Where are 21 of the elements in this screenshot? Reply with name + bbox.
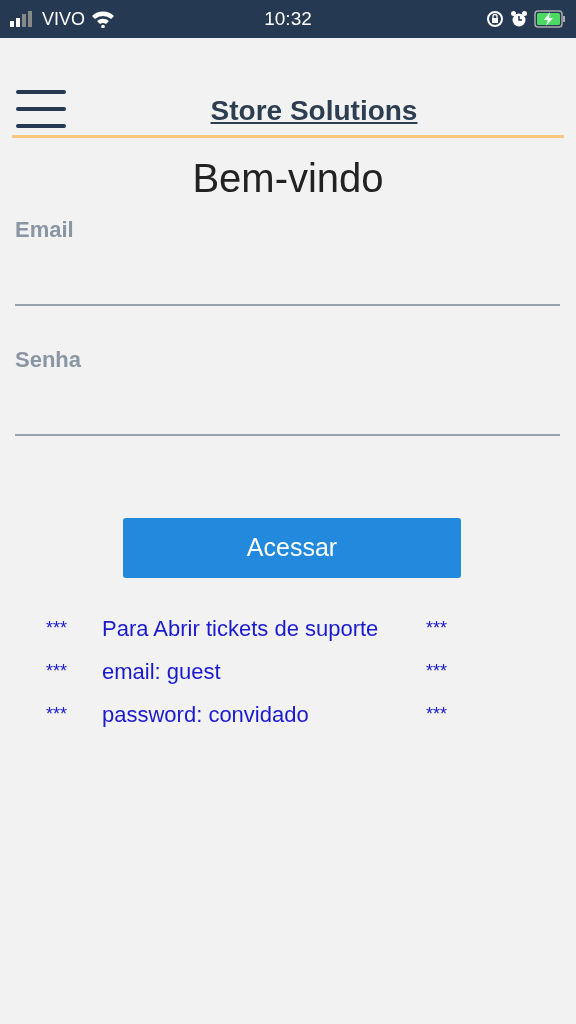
note-text: email: guest	[102, 658, 222, 686]
login-button[interactable]: Acessar	[123, 518, 461, 578]
field-label: Senha	[15, 346, 83, 374]
rotation-lock-icon	[486, 10, 504, 28]
app-title: Store Solutions	[210, 94, 418, 128]
note-text: Para Abrir tickets de suporte	[102, 615, 380, 643]
menu-button[interactable]	[16, 90, 68, 128]
wifi-icon	[91, 10, 115, 28]
field-label: Email	[15, 216, 75, 244]
asterisks: ***	[426, 703, 447, 726]
carrier-name: VIVO	[42, 7, 85, 31]
asterisks: ***	[46, 660, 68, 683]
alarm-clock-icon	[510, 10, 528, 28]
status-time: 10:32	[264, 6, 312, 31]
welcome-heading: Bem-vindo	[191, 155, 385, 202]
asterisks: ***	[46, 703, 68, 726]
note-text: password: convidado	[102, 701, 310, 729]
battery-charging-icon	[534, 10, 566, 28]
asterisks: ***	[426, 660, 447, 683]
asterisks: ***	[426, 617, 447, 640]
asterisks: ***	[46, 617, 68, 640]
